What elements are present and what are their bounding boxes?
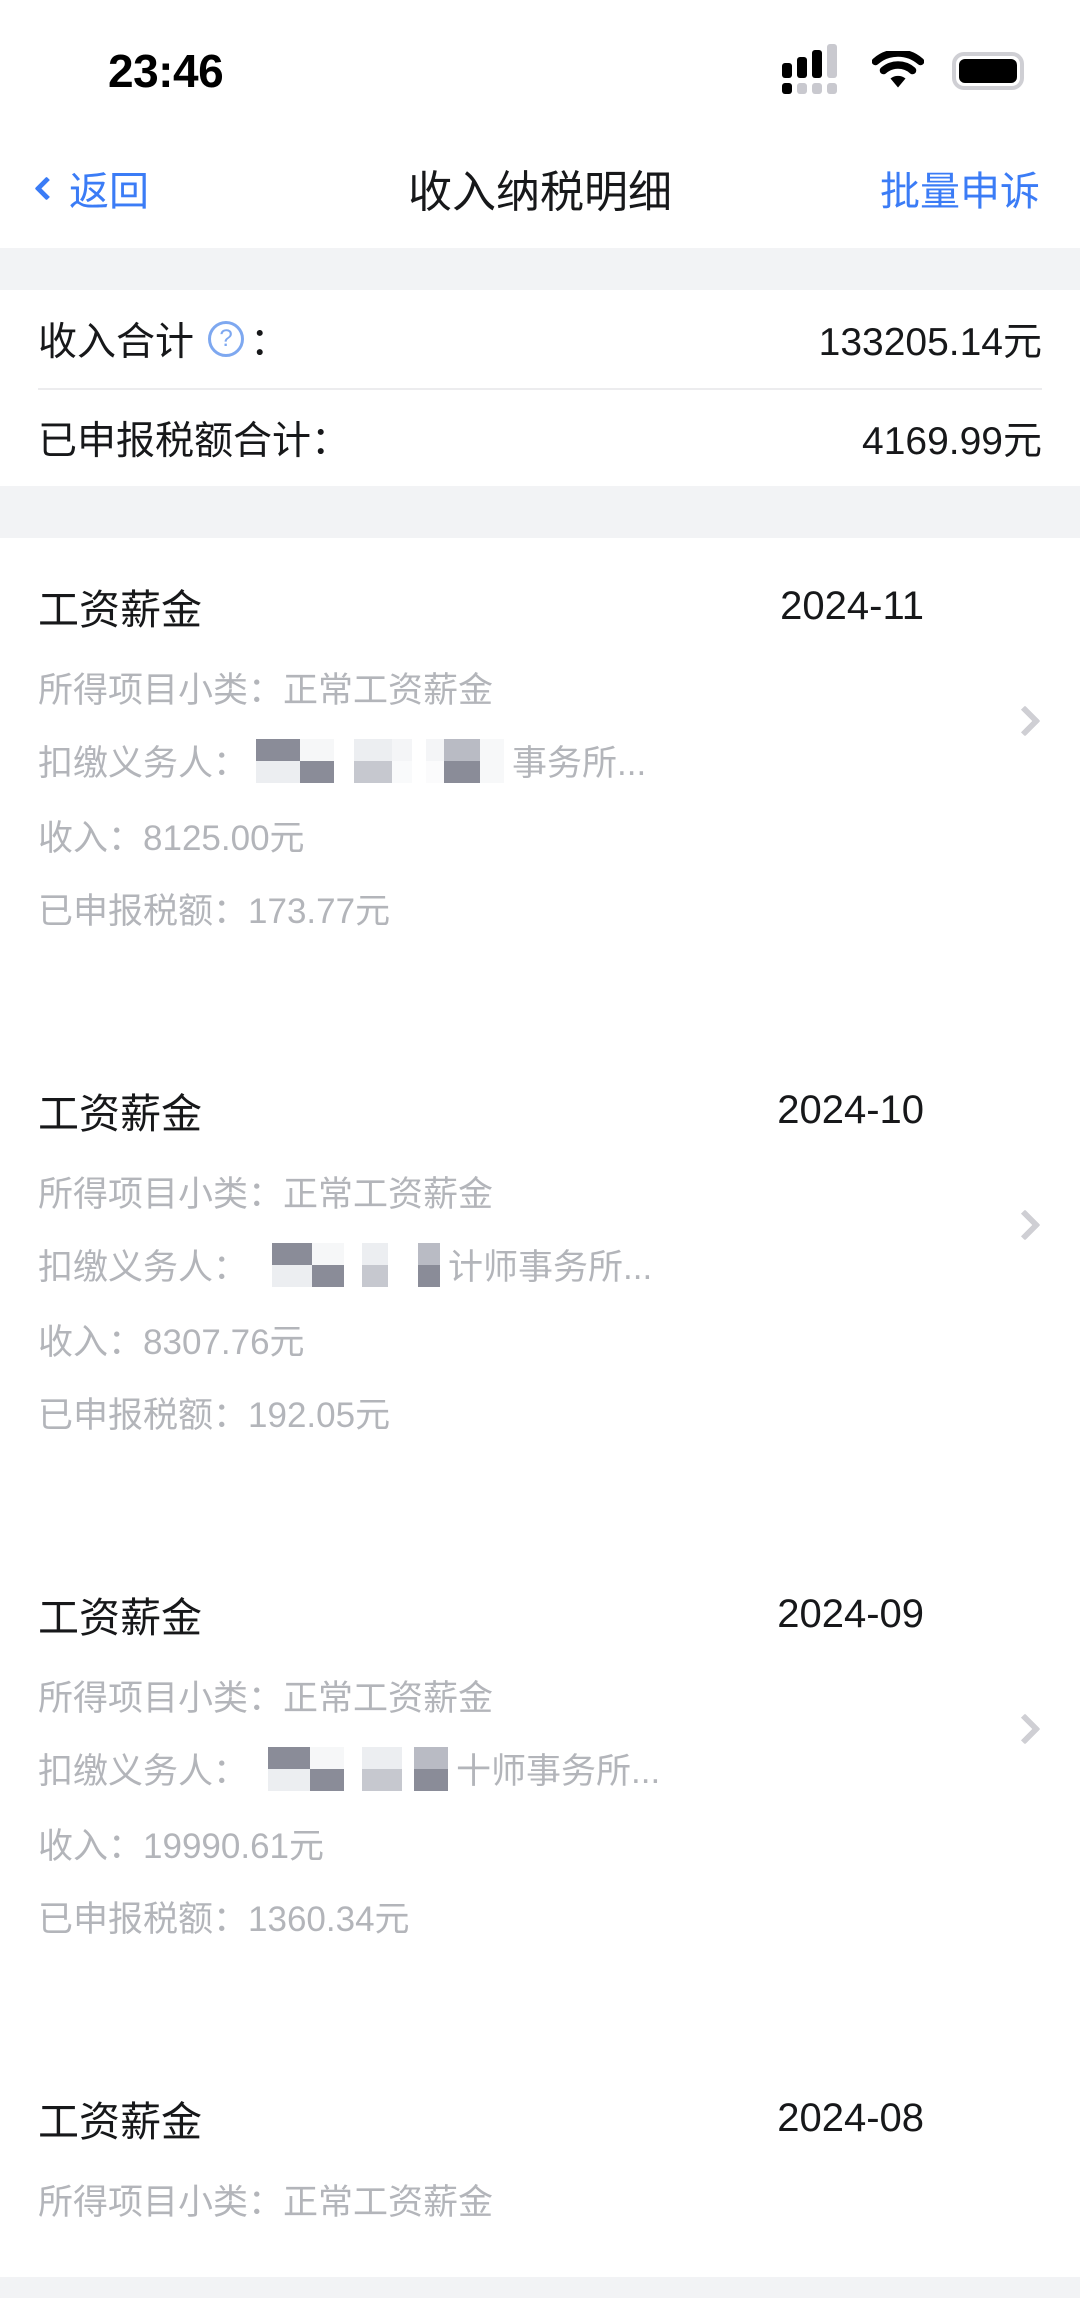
total-income-value: 133205.14元 xyxy=(818,321,1042,364)
tax-value: 1360.34元 xyxy=(248,1900,410,1939)
subtype-label: 所得项目小类： xyxy=(38,1175,284,1214)
payer-suffix: 事务所... xyxy=(512,744,647,783)
table-row[interactable]: 工资薪金 2024-10 所得项目小类： 正常工资薪金 扣缴义务人： 计师事务所… xyxy=(0,1042,1080,1490)
list-item-header: 工资薪金 2024-10 xyxy=(38,1080,1042,1140)
income-value: 19990.61元 xyxy=(143,1827,324,1866)
list-item-subtype: 所得项目小类： 正常工资薪金 xyxy=(38,1670,1042,1721)
list-item-date: 2024-09 xyxy=(777,1591,924,1636)
subtype-label: 所得项目小类： xyxy=(38,671,284,710)
list-item-date: 2024-11 xyxy=(780,583,924,628)
redacted-mosaic xyxy=(256,738,505,783)
list-item-income: 收入： 8125.00元 xyxy=(38,810,1042,861)
payer-label: 扣缴义务人： xyxy=(38,1752,249,1791)
subtype-value: 正常工资薪金 xyxy=(283,1175,494,1214)
table-row[interactable]: 工资薪金 2024-08 所得项目小类： 正常工资薪金 xyxy=(0,2050,1080,2277)
list-item-title: 工资薪金 xyxy=(38,1595,202,1641)
list-item-spacer xyxy=(0,1490,1080,1546)
list-item-title: 工资薪金 xyxy=(38,1091,202,1137)
list-item-tax: 已申报税额： 173.77元 xyxy=(38,883,1042,934)
total-tax-value: 4169.99元 xyxy=(862,420,1042,463)
list-item-subtype: 所得项目小类： 正常工资薪金 xyxy=(38,2174,1042,2225)
payer-label: 扣缴义务人： xyxy=(38,1248,249,1287)
list-item-header: 工资薪金 2024-09 xyxy=(38,1584,1042,1644)
tax-label: 已申报税额： xyxy=(38,1396,249,1435)
back-button-label: 返回 xyxy=(69,170,149,214)
payer-suffix: 十师事务所... xyxy=(456,1752,661,1791)
chevron-left-icon xyxy=(34,175,59,201)
summary-row-total-income: 收入合计 ? ： 133205.14元 xyxy=(38,290,1042,388)
tax-value: 173.77元 xyxy=(248,892,391,931)
subtype-value: 正常工资薪金 xyxy=(283,2183,494,2222)
income-label: 收入： xyxy=(38,1827,144,1866)
status-bar-clock: 23:46 xyxy=(108,45,224,97)
summary-card: 收入合计 ? ： 133205.14元 已申报税额合计 ： 4169.99元 xyxy=(0,290,1080,486)
list-item-income: 收入： 19990.61元 xyxy=(38,1818,1042,1869)
status-bar-indicators xyxy=(782,44,1024,94)
tax-label: 已申报税额： xyxy=(38,1900,249,1939)
income-value: 8307.76元 xyxy=(143,1323,305,1362)
list-item-tax: 已申报税额： 192.05元 xyxy=(38,1387,1042,1438)
app-root: 23:46 返回 收入纳税明细 批量申诉 收入合计 ? ： 133205.14元… xyxy=(0,0,1080,2298)
navigation-bar-wrapper: 返回 收入纳税明细 批量申诉 xyxy=(0,128,1080,248)
subtype-label: 所得项目小类： xyxy=(38,2183,284,2222)
table-row[interactable]: 工资薪金 2024-11 所得项目小类： 正常工资薪金 扣缴义务人： 事务所..… xyxy=(0,538,1080,986)
payer-label: 扣缴义务人： xyxy=(38,744,249,783)
subtype-value: 正常工资薪金 xyxy=(283,671,494,710)
tax-value: 192.05元 xyxy=(248,1396,391,1435)
section-gap-top xyxy=(0,248,1080,290)
list-item-subtype: 所得项目小类： 正常工资薪金 xyxy=(38,1166,1042,1217)
section-gap-middle xyxy=(0,486,1080,538)
table-row[interactable]: 工资薪金 2024-09 所得项目小类： 正常工资薪金 扣缴义务人： 十师事务所… xyxy=(0,1546,1080,1994)
total-tax-label: 已申报税额合计 xyxy=(38,420,312,463)
list-item-title: 工资薪金 xyxy=(38,2099,202,2145)
list-item-subtype: 所得项目小类： 正常工资薪金 xyxy=(38,662,1042,713)
wifi-icon xyxy=(872,51,924,88)
income-label: 收入： xyxy=(38,819,144,858)
navigation-bar: 返回 收入纳税明细 批量申诉 xyxy=(0,128,1080,248)
back-button[interactable]: 返回 xyxy=(34,159,149,217)
cellular-signal-icon xyxy=(782,44,844,94)
list-item-header: 工资薪金 2024-08 xyxy=(38,2088,1042,2148)
summary-label-group: 已申报税额合计 ： xyxy=(38,410,350,466)
redacted-mosaic xyxy=(256,1746,449,1791)
summary-label-group: 收入合计 ? ： xyxy=(38,311,289,367)
battery-full-icon xyxy=(952,52,1024,90)
payer-suffix: 计师事务所... xyxy=(448,1248,653,1287)
total-tax-colon: ： xyxy=(311,420,351,463)
total-income-colon: ： xyxy=(250,321,290,364)
redacted-mosaic xyxy=(256,1242,441,1287)
list-item-payer: 扣缴义务人： 事务所... xyxy=(38,735,1042,786)
income-label: 收入： xyxy=(38,1323,144,1362)
summary-row-total-tax: 已申报税额合计 ： 4169.99元 xyxy=(38,388,1042,486)
list-item-tax: 已申报税额： 1360.34元 xyxy=(38,1891,1042,1942)
list-item-header: 工资薪金 2024-11 xyxy=(38,576,1042,636)
list-item-spacer xyxy=(0,1994,1080,2050)
list-item-payer: 扣缴义务人： 计师事务所... xyxy=(38,1239,1042,1290)
income-detail-list: 工资薪金 2024-11 所得项目小类： 正常工资薪金 扣缴义务人： 事务所..… xyxy=(0,538,1080,2277)
list-item-income: 收入： 8307.76元 xyxy=(38,1314,1042,1365)
tax-label: 已申报税额： xyxy=(38,892,249,931)
status-bar: 23:46 xyxy=(0,0,1080,128)
subtype-label: 所得项目小类： xyxy=(38,1679,284,1718)
income-value: 8125.00元 xyxy=(143,819,305,858)
subtype-value: 正常工资薪金 xyxy=(283,1679,494,1718)
list-item-date: 2024-10 xyxy=(777,1087,924,1132)
list-item-title: 工资薪金 xyxy=(38,587,202,633)
list-item-spacer xyxy=(0,986,1080,1042)
total-income-label: 收入合计 xyxy=(38,321,195,364)
batch-appeal-button[interactable]: 批量申诉 xyxy=(880,159,1040,217)
list-item-payer: 扣缴义务人： 十师事务所... xyxy=(38,1743,1042,1794)
list-item-date: 2024-08 xyxy=(777,2095,924,2140)
question-mark-circle-icon[interactable]: ? xyxy=(208,321,245,357)
